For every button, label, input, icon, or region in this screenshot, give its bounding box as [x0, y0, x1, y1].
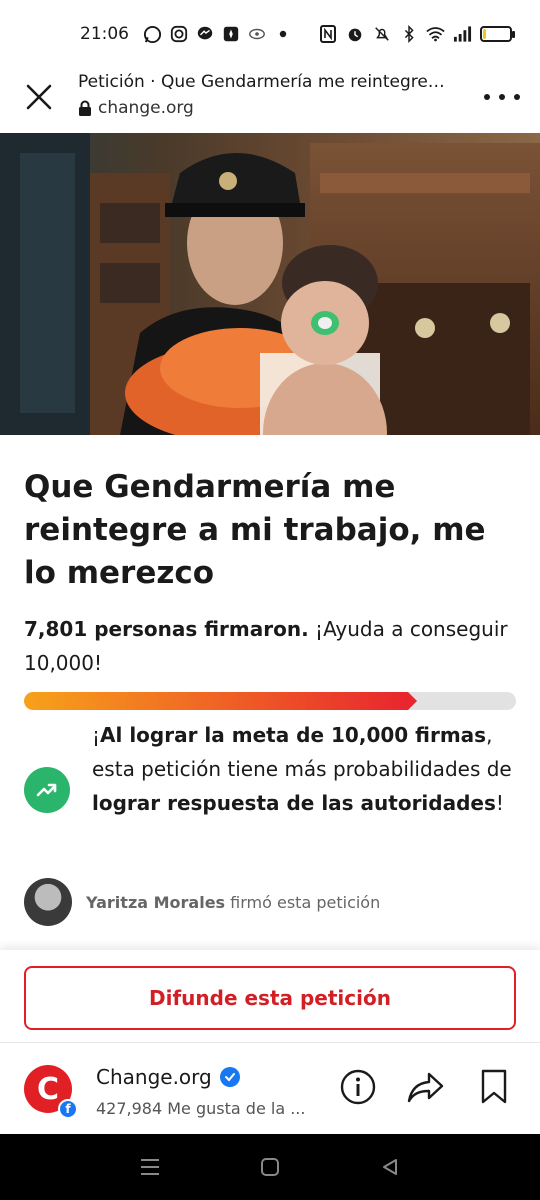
- signer-action: firmó esta petición: [225, 892, 381, 912]
- petition-photo: [0, 133, 540, 435]
- info-icon: [340, 1069, 376, 1105]
- facebook-icon: f: [58, 1099, 78, 1119]
- battery-icon: [480, 26, 515, 42]
- facebook-page-bar: C f Change.org 427,984 Me gusta de la ..…: [0, 1042, 540, 1134]
- recents-button[interactable]: [138, 1155, 162, 1179]
- back-icon: [383, 1159, 397, 1175]
- system-icons: [318, 25, 515, 44]
- signature-count-text: 7,801 personas firmaron. ¡Ayuda a conseg…: [24, 612, 516, 680]
- more-dot: [499, 94, 505, 100]
- verified-icon: [219, 1067, 240, 1087]
- petition-title: Que Gendarmería me reintegre a mi trabaj…: [24, 469, 486, 591]
- bookmark-icon: [481, 1069, 507, 1104]
- nfc-icon: [318, 25, 337, 44]
- progress-fill: [24, 692, 417, 710]
- share-petition-button[interactable]: Difunde esta petición: [24, 966, 516, 1030]
- menu-icon: [141, 1159, 159, 1175]
- goal-text-4: lograr respuesta de las autoridades: [92, 791, 496, 815]
- back-button[interactable]: [378, 1155, 402, 1179]
- more-dot: [484, 94, 490, 100]
- home-icon: [261, 1158, 279, 1176]
- signal-icon: [453, 25, 472, 44]
- goal-text-2: Al lograr la meta de 10,000 firmas: [100, 723, 487, 747]
- signature-progress-bar: [24, 692, 516, 710]
- whatsapp-icon: [143, 25, 162, 44]
- url-text: change.org: [98, 98, 194, 118]
- wifi-icon: [426, 25, 445, 44]
- notification-icons: [143, 25, 292, 44]
- browser-header: Petición · Que Gendarmería me reintegre……: [0, 68, 540, 132]
- recent-signer: Yaritza Morales firmó esta petición: [24, 878, 380, 926]
- page-name[interactable]: Change.org: [96, 1065, 240, 1089]
- page-title: Petición · Que Gendarmería me reintegre…: [78, 72, 445, 92]
- dot-icon: [273, 25, 292, 44]
- bluetooth-icon: [399, 25, 418, 44]
- goal-message-text: ¡Al lograr la meta de 10,000 firmas, est…: [92, 718, 516, 820]
- trending-up-icon: [24, 767, 70, 813]
- page-likes: 427,984 Me gusta de la ...: [96, 1099, 306, 1118]
- page-name-text: Change.org: [96, 1065, 212, 1089]
- status-time: 21:06: [80, 24, 129, 44]
- signature-count: 7,801 personas firmaron.: [24, 617, 309, 641]
- avatar: [24, 878, 72, 926]
- share-area: Difunde esta petición: [0, 950, 540, 1042]
- instagram-icon: [169, 25, 188, 44]
- save-button[interactable]: [474, 1067, 514, 1107]
- lock-icon: [78, 100, 92, 116]
- share-button[interactable]: [406, 1067, 446, 1107]
- signer-name: Yaritza Morales: [86, 892, 226, 912]
- goal-text-5: !: [495, 791, 504, 815]
- alarm-icon: [345, 25, 364, 44]
- close-button[interactable]: [22, 80, 56, 114]
- more-options-button[interactable]: [484, 82, 520, 112]
- home-button[interactable]: [258, 1155, 282, 1179]
- goal-text-1: ¡: [92, 723, 101, 747]
- app-icon: [221, 25, 240, 44]
- messenger-icon: [195, 25, 214, 44]
- close-icon: [26, 84, 52, 110]
- signer-text: Yaritza Morales firmó esta petición: [86, 893, 380, 912]
- battery-level: [483, 29, 486, 39]
- share-icon: [407, 1072, 444, 1103]
- mute-icon: [372, 25, 391, 44]
- page-actions: [338, 1067, 514, 1107]
- app-icon: [247, 25, 266, 44]
- system-navigation-bar: [0, 1134, 540, 1200]
- info-button[interactable]: [338, 1067, 378, 1107]
- page-url: change.org: [78, 98, 194, 118]
- status-bar: 21:06: [0, 0, 540, 68]
- more-dot: [514, 94, 520, 100]
